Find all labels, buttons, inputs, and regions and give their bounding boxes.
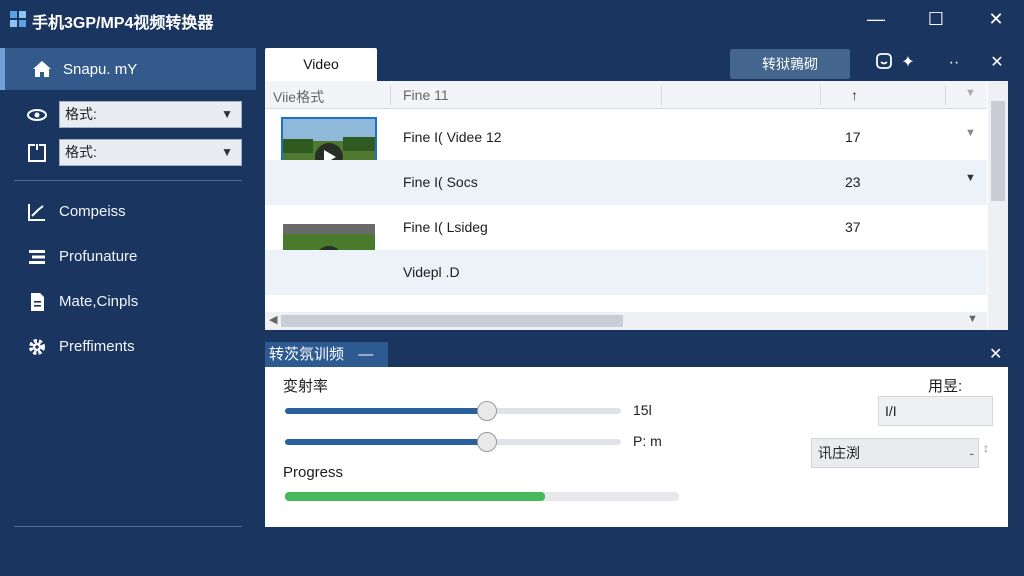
progress-label: Progress [283, 464, 344, 481]
horizontal-scrollbar[interactable]: ◀ ▼ [265, 312, 987, 330]
close-window-button[interactable]: ✕ [982, 6, 1010, 32]
convert-panel-close-button[interactable]: ✕ [989, 344, 1002, 364]
sidebar-bottom-divider [14, 526, 242, 527]
sort-arrow-icon[interactable]: ↑ [851, 87, 858, 103]
format-row-1: 格式: ▼ [0, 101, 256, 129]
sidebar-item-label: Profunature [59, 248, 138, 265]
format-select-2[interactable]: 格式: ▼ [59, 139, 242, 166]
home-icon [33, 61, 51, 77]
format-row-2: 格式: ▼ [0, 139, 256, 167]
quality-slider[interactable] [285, 432, 621, 452]
column-separator [390, 85, 391, 105]
sidebar: Snapu. mY 格式: ▼ 格式: ▼ Compeiss Profunatu… [0, 48, 256, 576]
list-icon [29, 250, 45, 264]
output-dropdown-value: 讯庄渕 [818, 445, 860, 461]
column-separator [820, 85, 821, 105]
list-header: Viie格式 Fine 11 ↑ ▼ [265, 81, 987, 109]
sidebar-item-label: Snapu. mY [63, 60, 138, 78]
frame-icon [28, 143, 46, 162]
video-name: Fine I( Videe 12 [403, 129, 502, 145]
convert-button[interactable]: 转狱鶉砌 [730, 49, 850, 79]
app-logo-icon [10, 11, 26, 27]
title-bar: 手机3GP/MP4视频转换器 — ☐ ✕ [0, 0, 1024, 38]
scroll-right-icon[interactable]: ▼ [967, 313, 978, 325]
table-row[interactable]: Fine I( Videe 12 17 ▼ [265, 115, 987, 160]
slider-1-value: 15l [633, 402, 652, 418]
eye-icon [27, 109, 47, 121]
scroll-left-icon[interactable]: ◀ [269, 313, 277, 326]
collapse-icon[interactable]: — [358, 346, 373, 363]
sidebar-item-label: Preffiments [59, 338, 135, 355]
slider-fill [285, 439, 487, 445]
format-select-1-value: 格式: [65, 106, 97, 122]
table-row[interactable]: Fine I( Socs 23 ▼ [265, 160, 987, 205]
video-name: Fine I( Lsideg [403, 219, 488, 235]
output-field-value: I/I [885, 403, 897, 419]
column-separator [945, 85, 946, 105]
convert-panel-body: 変射率 15l P: m Progress 用昱: I/I 讯庄渕 - ↕ [265, 367, 1008, 527]
video-count: 23 [845, 174, 861, 190]
vertical-scrollbar[interactable] [988, 81, 1008, 330]
spinner-icon[interactable]: ↕ [983, 441, 989, 455]
scrollbar-thumb[interactable] [281, 315, 623, 327]
video-count: 37 [845, 219, 861, 235]
rate-label: 変射率 [283, 378, 329, 395]
sidebar-item-label: Compeiss [59, 203, 126, 220]
tab-video[interactable]: Video [265, 48, 377, 81]
panel-minimize-button[interactable]: ·· [943, 52, 965, 74]
sidebar-item-label: Mate,Cinpls [59, 293, 139, 310]
output-label: 用昱: [928, 378, 963, 395]
sidebar-item-home[interactable]: Snapu. mY [0, 48, 256, 90]
format-select-1[interactable]: 格式: ▼ [59, 101, 242, 128]
table-row[interactable]: Videpl .D [265, 250, 987, 295]
sidebar-item-preferences[interactable]: Preffiments [0, 329, 256, 365]
video-count: 17 [845, 129, 861, 145]
minimize-button[interactable]: — [862, 6, 890, 32]
output-field[interactable]: I/I [878, 396, 993, 426]
document-icon [31, 293, 44, 311]
progress-bar [285, 492, 679, 501]
row-action-icon[interactable]: ▼ [965, 127, 976, 139]
panel-close-button[interactable]: ✕ [986, 52, 1008, 74]
chevron-down-icon: - [969, 445, 974, 461]
slider-handle[interactable] [476, 432, 497, 452]
convert-settings-panel: 转茨氛训频 — ✕ 変射率 15l P: m Progress 用昱: I/I … [265, 342, 1008, 527]
progress-fill [285, 492, 546, 501]
chart-icon [28, 204, 45, 221]
sidebar-divider [14, 180, 242, 181]
chevron-down-icon: ▼ [221, 107, 233, 121]
slider-handle[interactable] [476, 401, 497, 421]
slider-fill [285, 408, 487, 414]
output-dropdown[interactable]: 讯庄渕 - [811, 438, 979, 468]
sidebar-item-profunature[interactable]: Profunature [0, 239, 256, 275]
chevron-down-icon: ▼ [221, 145, 233, 159]
column-header-name[interactable]: Fine 11 [403, 87, 449, 103]
column-separator [661, 85, 662, 105]
sidebar-item-matecinpls[interactable]: Mate,Cinpls [0, 284, 256, 320]
video-name: Fine I( Socs [403, 174, 478, 190]
scrollbar-thumb[interactable] [991, 101, 1005, 201]
window-title: 手机3GP/MP4视频转换器 [32, 15, 214, 32]
convert-panel-title: 转茨氛训频 [269, 346, 345, 363]
video-list-panel: Video 转狱鶉砌 ✦ ·· ✕ Viie格式 Fine 11 ↑ ▼ Fin… [265, 48, 1008, 330]
sparkle-icon[interactable]: ✦ [897, 52, 919, 74]
format-select-2-value: 格式: [65, 144, 97, 160]
emoji-icon[interactable] [873, 52, 895, 74]
rate-slider[interactable] [285, 401, 621, 421]
table-row[interactable]: Fine I( Lsideg 37 [265, 205, 987, 250]
sidebar-item-compress[interactable]: Compeiss [0, 194, 256, 230]
convert-panel-tab[interactable]: 转茨氛训频 — [265, 342, 388, 367]
video-name: Videpl .D [403, 264, 460, 280]
gear-icon [29, 339, 45, 355]
video-list: Viie格式 Fine 11 ↑ ▼ ⌄ [265, 81, 1008, 330]
maximize-button[interactable]: ☐ [922, 6, 950, 32]
column-filter-icon[interactable]: ▼ [965, 87, 976, 99]
column-header-format[interactable]: Viie格式 [273, 87, 324, 107]
slider-2-value: P: m [633, 433, 662, 449]
smile-icon [876, 53, 892, 69]
row-action-icon[interactable]: ▼ [965, 172, 976, 184]
